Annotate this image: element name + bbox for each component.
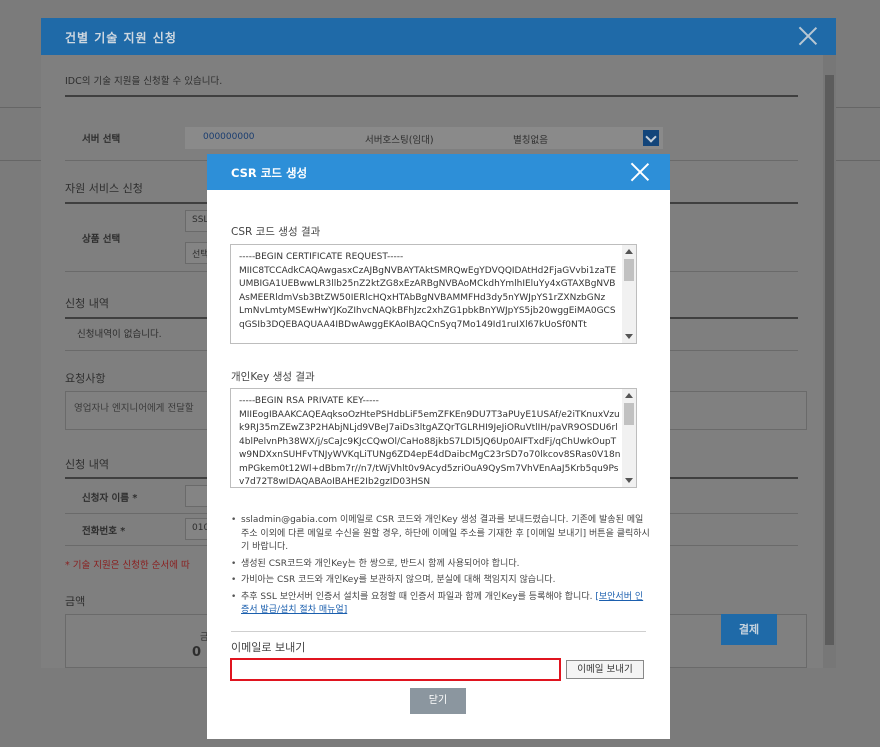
scrollbar[interactable]	[622, 245, 636, 343]
server-select[interactable]: 000000000 서버호스팅(임대) 별칭없음	[185, 127, 663, 149]
server-select-label: 서버 선택	[82, 134, 121, 145]
divider	[65, 95, 798, 97]
divider	[231, 631, 646, 632]
chevron-down-icon[interactable]	[643, 130, 659, 146]
product-select-label: 상품 선택	[82, 234, 121, 245]
scroll-up-icon[interactable]	[625, 393, 633, 398]
request-history-title: 신청 내역	[65, 297, 109, 310]
request-history-empty: 신청내역이 없습니다.	[77, 329, 162, 340]
notice-text: * 기술 지원은 신청한 순서에 따	[65, 560, 190, 571]
modal-description: IDC의 기술 지원을 신청할 수 있습니다.	[65, 76, 223, 87]
email-label: 이메일로 보내기	[231, 641, 306, 654]
scrollbar[interactable]	[823, 55, 836, 668]
note-text: 생성된 CSR코드와 개인Key는 한 쌍으로, 반드시 함께 사용되어야 합니…	[241, 558, 520, 569]
notes-list: ssladmin@gabia.com 이메일로 CSR 코드와 개인Key 생성…	[231, 514, 651, 621]
csr-result-textarea[interactable]: -----BEGIN CERTIFICATE REQUEST----- MIIC…	[230, 244, 637, 344]
note-text: ssladmin@gabia.com 이메일로 CSR 코드와 개인Key 생성…	[241, 515, 650, 552]
scroll-down-icon[interactable]	[625, 478, 633, 483]
csr-modal-title: CSR 코드 생성	[231, 166, 308, 180]
server-id: 000000000	[203, 132, 255, 142]
requirements-placeholder: 영업자나 엔지니어에게 전달할	[74, 403, 194, 414]
note-text: 가비아는 CSR 코드와 개인Key를 보관하지 않으며, 분실에 대해 책임지…	[241, 575, 556, 585]
list-item: 가비아는 CSR 코드와 개인Key를 보관하지 않으며, 분실에 대해 책임지…	[231, 574, 651, 588]
csr-modal-header: CSR 코드 생성	[207, 154, 670, 190]
close-icon[interactable]	[798, 26, 818, 46]
phone-label: 전화번호 *	[82, 526, 126, 537]
scrollbar-thumb[interactable]	[624, 259, 634, 281]
applicant-name-label: 신청자 이름 *	[82, 493, 138, 504]
server-hosting: 서버호스팅(임대)	[365, 135, 434, 146]
close-button[interactable]: 닫기	[410, 688, 466, 714]
csr-code-text: -----BEGIN CERTIFICATE REQUEST----- MIIC…	[239, 252, 617, 330]
list-item: 생성된 CSR코드와 개인Key는 한 쌍으로, 반드시 함께 사용되어야 합니…	[231, 558, 651, 572]
email-input[interactable]	[230, 658, 561, 681]
modal-header: 건별 기술 지원 신청	[41, 18, 836, 55]
send-email-button[interactable]: 이메일 보내기	[566, 660, 644, 679]
key-result-textarea[interactable]: -----BEGIN RSA PRIVATE KEY----- MIIEogIB…	[230, 388, 637, 488]
amount-value: 0	[192, 645, 202, 660]
note-text: 추후 SSL 보안서버 인증서 설치를 요청할 때 인증서 파일과 함께 개인K…	[241, 591, 593, 602]
pay-button[interactable]: 결제	[721, 614, 777, 645]
scrollbar[interactable]	[622, 389, 636, 487]
requirements-title: 요청사항	[65, 372, 106, 385]
close-icon[interactable]	[630, 162, 650, 182]
csr-result-label: CSR 코드 생성 결과	[231, 226, 321, 238]
modal-title: 건별 기술 지원 신청	[65, 31, 177, 45]
list-item: 추후 SSL 보안서버 인증서 설치를 요청할 때 인증서 파일과 함께 개인K…	[231, 591, 651, 618]
csr-modal: CSR 코드 생성 CSR 코드 생성 결과 -----BEGIN CERTIF…	[207, 154, 670, 739]
server-nickname: 별칭없음	[513, 135, 548, 146]
applicant-section-title: 신청 내역	[65, 458, 109, 471]
key-result-label: 개인Key 생성 결과	[231, 371, 315, 383]
list-item: ssladmin@gabia.com 이메일로 CSR 코드와 개인Key 생성…	[231, 514, 651, 555]
private-key-text: -----BEGIN RSA PRIVATE KEY----- MIIEogIB…	[239, 396, 621, 487]
scroll-down-icon[interactable]	[625, 334, 633, 339]
scrollbar-thumb[interactable]	[825, 75, 834, 645]
amount-title: 금액	[65, 595, 86, 608]
scroll-up-icon[interactable]	[625, 249, 633, 254]
scrollbar-thumb[interactable]	[624, 403, 634, 425]
support-service-title: 자원 서비스 신청	[65, 182, 143, 195]
